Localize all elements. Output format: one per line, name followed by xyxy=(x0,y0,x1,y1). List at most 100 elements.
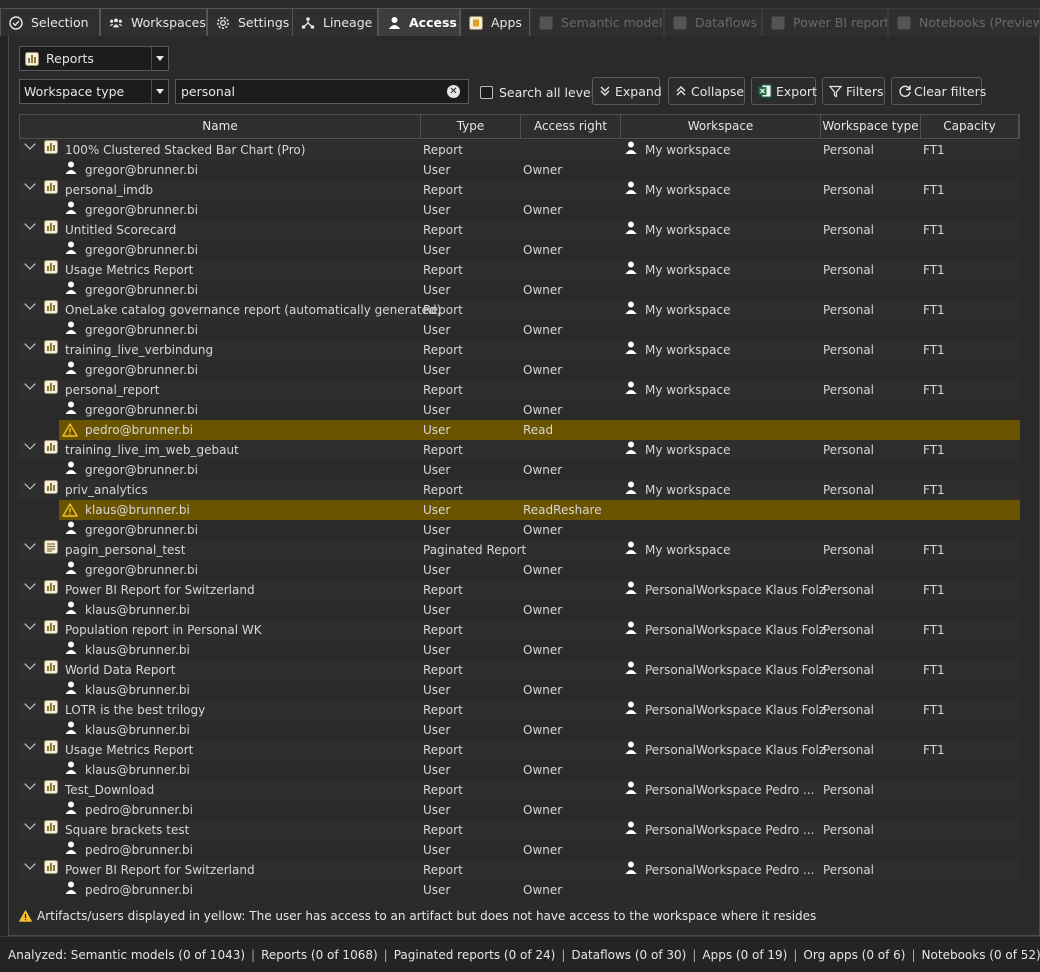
user-row[interactable]: pedro@brunner.bi User Owner xyxy=(19,800,1020,820)
artifact-row[interactable]: priv_analytics Report My workspace Personal… xyxy=(19,478,1020,500)
chevron-down-icon[interactable] xyxy=(24,478,36,490)
artifact-row[interactable]: 100% Clustered Stacked Bar Chart (Pro) Re… xyxy=(19,138,1020,160)
cell-name: klaus@brunner.bi xyxy=(85,603,190,617)
tab-apps[interactable]: Apps xyxy=(460,8,530,36)
tab-selection[interactable]: Selection xyxy=(0,8,100,36)
user-row[interactable]: pedro@brunner.bi User Owner xyxy=(19,880,1020,900)
cell-name: gregor@brunner.bi xyxy=(85,363,198,377)
tab-access[interactable]: Access xyxy=(378,8,460,36)
chevron-down-icon[interactable] xyxy=(151,47,168,70)
user-row[interactable]: gregor@brunner.bi User Owner xyxy=(19,240,1020,260)
user-row[interactable]: pedro@brunner.bi User Owner xyxy=(19,840,1020,860)
artifact-row[interactable]: Population report in Personal WK Report Pe… xyxy=(19,618,1020,640)
column-header-access-right[interactable]: Access right xyxy=(521,115,621,138)
collapse-button[interactable]: Collapse xyxy=(668,77,745,105)
user-row[interactable]: gregor@brunner.bi User Owner xyxy=(19,520,1020,540)
status-item: Paginated reports (0 of 24) xyxy=(393,947,556,962)
chevron-down-icon[interactable] xyxy=(24,858,36,870)
chevron-down-icon[interactable] xyxy=(24,658,36,670)
user-row[interactable]: klaus@brunner.bi User Owner xyxy=(19,680,1020,700)
chevron-down-icon[interactable] xyxy=(24,778,36,790)
tab-dataflows[interactable]: Dataflows xyxy=(664,8,762,36)
filters-button[interactable]: Filters xyxy=(822,77,885,105)
cell-type: Report xyxy=(423,483,463,497)
user-row[interactable]: gregor@brunner.bi User Owner xyxy=(19,160,1020,180)
artifact-row[interactable]: Power BI Report for Switzerland Report Per… xyxy=(19,578,1020,600)
artifact-row[interactable]: pagin_personal_test Paginated Report My wo… xyxy=(19,538,1020,560)
artifact-row[interactable]: Untitled Scorecard Report My workspace Pers… xyxy=(19,218,1020,240)
export-button[interactable]: Export xyxy=(751,77,817,105)
search-all-levels-checkbox[interactable] xyxy=(480,86,493,99)
cell-workspace: My workspace xyxy=(645,183,731,197)
chevron-down-icon[interactable] xyxy=(24,538,36,550)
artifact-row[interactable]: Square brackets test Report PersonalWorksp… xyxy=(19,818,1020,840)
user-row[interactable]: gregor@brunner.bi User Owner xyxy=(19,200,1020,220)
artifact-row[interactable]: LOTR is the best trilogy Report PersonalWo… xyxy=(19,698,1020,720)
column-header-type[interactable]: Type xyxy=(421,115,521,138)
warning-user-row[interactable]: pedro@brunner.bi User Read xyxy=(59,420,1020,440)
clear-search-icon[interactable]: ✕ xyxy=(447,85,460,98)
user-row[interactable]: klaus@brunner.bi User Owner xyxy=(19,640,1020,660)
tab-power-bi-reports[interactable]: Power BI reports xyxy=(762,8,888,36)
column-header-workspace[interactable]: Workspace xyxy=(621,115,821,138)
user-icon xyxy=(625,480,637,494)
cell-capacity: FT1 xyxy=(923,663,945,677)
chevron-down-icon[interactable] xyxy=(24,438,36,450)
user-row[interactable]: gregor@brunner.bi User Owner xyxy=(19,280,1020,300)
user-row[interactable]: gregor@brunner.bi User Owner xyxy=(19,560,1020,580)
chevron-down-icon[interactable] xyxy=(24,178,36,190)
tab-semantic-models[interactable]: Semantic models xyxy=(530,8,664,36)
user-row[interactable]: gregor@brunner.bi User Owner xyxy=(19,320,1020,340)
user-row[interactable]: gregor@brunner.bi User Owner xyxy=(19,400,1020,420)
artifact-row[interactable]: Power BI Report for Switzerland Report Per… xyxy=(19,858,1020,880)
tab-notebooks-preview[interactable]: Notebooks (Preview) xyxy=(888,8,1040,36)
access-tree-grid[interactable]: Name Type Access right Workspace Workspa… xyxy=(19,114,1040,902)
chevron-down-icon[interactable] xyxy=(24,218,36,230)
cell-type: Report xyxy=(423,663,463,677)
chevron-down-icon[interactable] xyxy=(24,138,36,150)
column-header-name[interactable]: Name xyxy=(20,115,421,138)
artifact-row[interactable]: Test_Download Report PersonalWorkspace Ped… xyxy=(19,778,1020,800)
cell-capacity: FT1 xyxy=(923,263,945,277)
user-row[interactable]: klaus@brunner.bi User Owner xyxy=(19,760,1020,780)
chevron-down-icon[interactable] xyxy=(151,80,168,103)
cell-name: pagin_personal_test xyxy=(65,543,186,557)
artifact-row[interactable]: training_live_im_web_gebaut Report My work… xyxy=(19,438,1020,460)
chevron-down-icon[interactable] xyxy=(24,698,36,710)
user-row[interactable]: gregor@brunner.bi User Owner xyxy=(19,360,1020,380)
artifact-row[interactable]: training_live_verbindung Report My workspa… xyxy=(19,338,1020,360)
tab-workspaces[interactable]: Workspaces xyxy=(100,8,207,36)
chevron-down-icon[interactable] xyxy=(24,818,36,830)
chevron-down-icon[interactable] xyxy=(24,258,36,270)
user-row[interactable]: gregor@brunner.bi User Owner xyxy=(19,460,1020,480)
cell-type: User xyxy=(423,323,451,337)
chevron-down-icon[interactable] xyxy=(24,738,36,750)
cell-access: Owner xyxy=(523,563,563,577)
clear-filters-button[interactable]: Clear filters xyxy=(891,77,986,105)
artifact-row[interactable]: OneLake catalog governance report (autom… xyxy=(19,298,1020,320)
expand-button[interactable]: Expand xyxy=(592,77,662,105)
chevron-down-icon[interactable] xyxy=(24,298,36,310)
chevron-down-icon[interactable] xyxy=(24,578,36,590)
artifact-row[interactable]: Usage Metrics Report Report PersonalWorksp… xyxy=(19,738,1020,760)
artifact-type-select[interactable]: Reports xyxy=(19,46,169,71)
cell-access: Owner xyxy=(523,803,563,817)
artifact-row[interactable]: personal_imdb Report My workspace Personal F… xyxy=(19,178,1020,200)
warning-user-row[interactable]: klaus@brunner.bi User ReadReshare xyxy=(59,500,1020,520)
search-input[interactable]: personal ✕ xyxy=(175,79,469,104)
filter-field-select[interactable]: Workspace type xyxy=(19,79,169,104)
filters-label: Filters xyxy=(846,83,884,99)
tab-lineage[interactable]: Lineage xyxy=(292,8,378,36)
user-row[interactable]: klaus@brunner.bi User Owner xyxy=(19,720,1020,740)
tab-settings[interactable]: Settings xyxy=(207,8,293,36)
artifact-row[interactable]: World Data Report Report PersonalWorkspace… xyxy=(19,658,1020,680)
artifact-row[interactable]: personal_report Report My workspace Persona… xyxy=(19,378,1020,400)
column-header-workspace-type[interactable]: Workspace type xyxy=(821,115,921,138)
chevron-down-icon[interactable] xyxy=(24,618,36,630)
chevron-down-icon[interactable] xyxy=(24,338,36,350)
artifact-row[interactable]: Usage Metrics Report Report My workspace Pe… xyxy=(19,258,1020,280)
user-row[interactable]: klaus@brunner.bi User Owner xyxy=(19,600,1020,620)
chevron-down-icon[interactable] xyxy=(24,378,36,390)
user-icon xyxy=(625,860,637,874)
column-header-capacity[interactable]: Capacity xyxy=(921,115,1019,138)
